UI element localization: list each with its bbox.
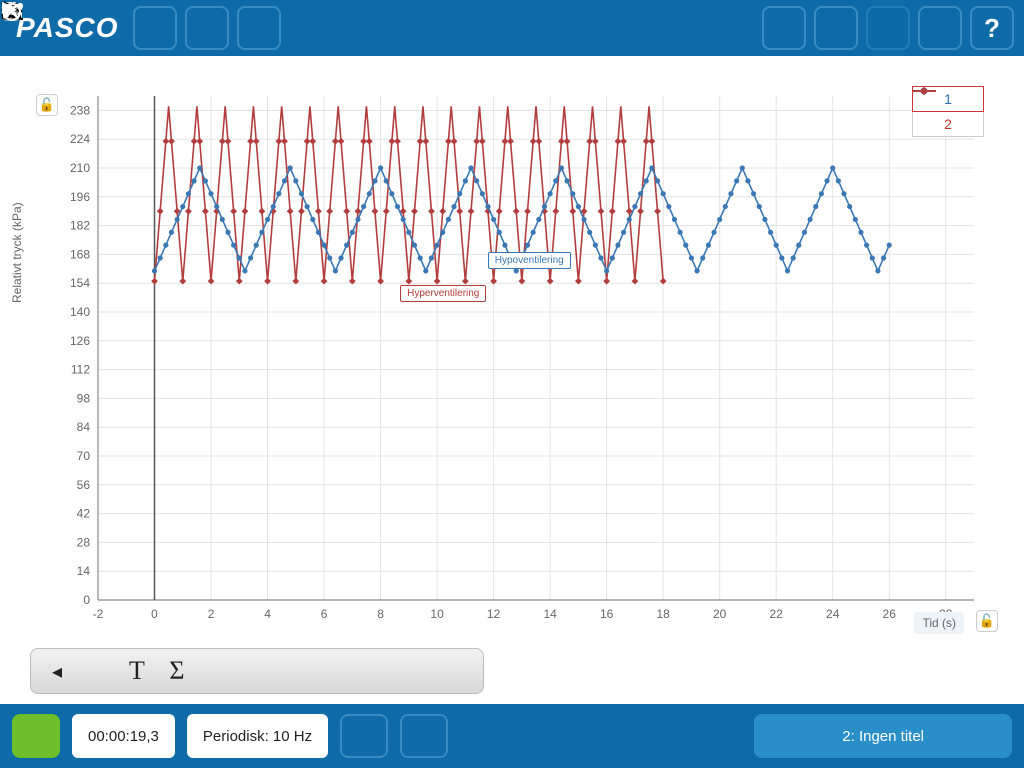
- run-selector: 2: Ingen titel: [754, 714, 1012, 758]
- svg-text:126: 126: [70, 334, 90, 348]
- svg-text:112: 112: [71, 363, 90, 377]
- svg-text:0: 0: [151, 607, 158, 621]
- legend-label-1: 1: [944, 91, 952, 107]
- cursor-tool[interactable]: [81, 655, 113, 687]
- properties-tool[interactable]: [441, 655, 473, 687]
- svg-text:0: 0: [83, 593, 90, 607]
- x-axis-label[interactable]: Tid (s): [914, 612, 964, 634]
- sensors-button[interactable]: [762, 6, 806, 50]
- graph-tool-group: ◂ T Σ: [30, 648, 484, 694]
- prev-run-button[interactable]: [754, 714, 802, 758]
- coordinates-tool[interactable]: [321, 655, 353, 687]
- svg-text:182: 182: [70, 219, 90, 233]
- svg-text:22: 22: [770, 607, 784, 621]
- svg-text:224: 224: [70, 132, 90, 146]
- plot-region[interactable]: -202468101214161820222426280142842567084…: [30, 86, 1004, 640]
- new-page-button[interactable]: [185, 6, 229, 50]
- svg-text:8: 8: [377, 607, 384, 621]
- x-axis-lock[interactable]: 🔓: [976, 610, 998, 632]
- svg-text:6: 6: [321, 607, 328, 621]
- svg-text:24: 24: [826, 607, 840, 621]
- sampling-readout[interactable]: Periodisk: 10 Hz: [187, 714, 328, 758]
- graph-options-button[interactable]: ◂: [41, 655, 73, 687]
- annotation-hyperventilering[interactable]: Hyperventilering: [400, 285, 486, 302]
- autoscale-tool[interactable]: [201, 655, 233, 687]
- svg-text:140: 140: [70, 305, 90, 319]
- legend-series-2[interactable]: 2: [912, 112, 984, 137]
- svg-text:26: 26: [883, 607, 897, 621]
- sampling-options-button[interactable]: [340, 714, 388, 758]
- svg-text:42: 42: [77, 507, 91, 521]
- svg-text:98: 98: [77, 391, 91, 405]
- svg-text:56: 56: [77, 478, 91, 492]
- record-button[interactable]: [12, 714, 60, 758]
- svg-text:20: 20: [713, 607, 727, 621]
- text-tool[interactable]: T: [121, 655, 153, 687]
- ruler-button[interactable]: [814, 6, 858, 50]
- y-axis-label[interactable]: Relativt tryck (kPa): [10, 202, 24, 303]
- legend[interactable]: 1 2: [912, 86, 984, 137]
- svg-text:12: 12: [487, 607, 501, 621]
- svg-text:14: 14: [77, 564, 91, 578]
- slope-tool[interactable]: [361, 655, 393, 687]
- svg-text:238: 238: [70, 103, 90, 117]
- svg-text:70: 70: [77, 449, 91, 463]
- svg-text:-2: -2: [93, 607, 104, 621]
- stats-tool[interactable]: Σ: [161, 655, 193, 687]
- graph-toolbar: ◂ T Σ: [30, 648, 1004, 694]
- journal-button[interactable]: [866, 6, 910, 50]
- snapshot-button[interactable]: [918, 6, 962, 50]
- svg-text:16: 16: [600, 607, 614, 621]
- svg-text:196: 196: [70, 190, 90, 204]
- multi-y-tool[interactable]: [401, 655, 433, 687]
- svg-text:10: 10: [430, 607, 444, 621]
- curve-fit-tool[interactable]: [281, 655, 313, 687]
- top-toolbar: PASCO ?: [0, 0, 1024, 56]
- svg-text:84: 84: [77, 420, 91, 434]
- svg-text:28: 28: [77, 535, 91, 549]
- graph-display: -202468101214161820222426280142842567084…: [0, 56, 1024, 704]
- svg-text:2: 2: [208, 607, 215, 621]
- svg-text:210: 210: [70, 161, 90, 175]
- svg-text:4: 4: [264, 607, 271, 621]
- select-region-tool[interactable]: [241, 655, 273, 687]
- settings-button[interactable]: [400, 714, 448, 758]
- svg-text:154: 154: [70, 276, 90, 290]
- elapsed-time-readout: 00:00:19,3: [72, 714, 175, 758]
- svg-text:18: 18: [656, 607, 670, 621]
- delete-page-button[interactable]: [237, 6, 281, 50]
- bottom-bar: 00:00:19,3 Periodisk: 10 Hz 2: Ingen tit…: [0, 704, 1024, 768]
- y-axis-lock[interactable]: 🔓: [36, 94, 58, 116]
- help-button[interactable]: ?: [970, 6, 1014, 50]
- legend-label-2: 2: [944, 116, 952, 132]
- svg-text:14: 14: [543, 607, 557, 621]
- next-run-button[interactable]: [964, 714, 1012, 758]
- svg-text:168: 168: [70, 247, 90, 261]
- plot-canvas[interactable]: -202468101214161820222426280142842567084…: [30, 86, 1004, 640]
- annotation-hypoventilering[interactable]: Hypoventilering: [488, 252, 571, 269]
- app-logo: PASCO: [10, 12, 125, 44]
- home-button[interactable]: [133, 6, 177, 50]
- run-title[interactable]: 2: Ingen titel: [802, 714, 964, 758]
